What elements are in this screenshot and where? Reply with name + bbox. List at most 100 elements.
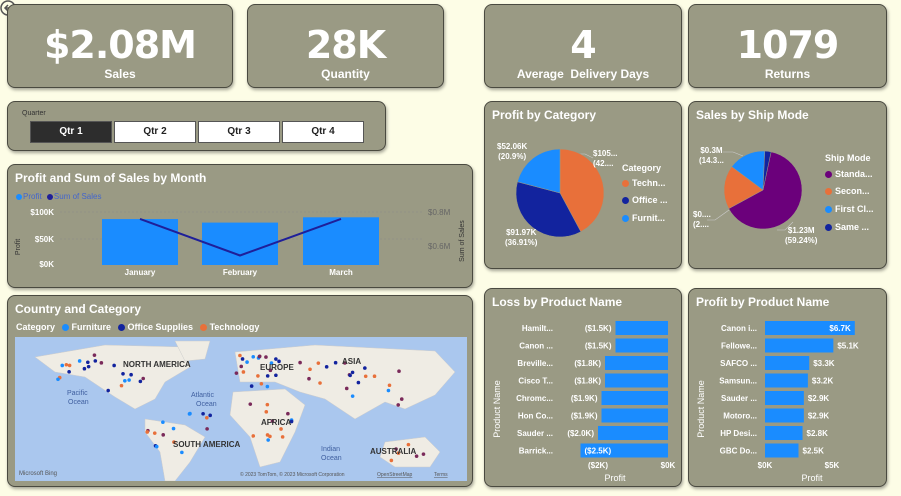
- map-location-dot[interactable]: [145, 430, 150, 434]
- profit-bar[interactable]: [765, 426, 803, 440]
- legend-item-second[interactable]: Secon...: [825, 186, 870, 196]
- map-location-dot[interactable]: [348, 373, 352, 378]
- map-location-dot[interactable]: [112, 363, 116, 368]
- legend-item-first[interactable]: First Cl...: [825, 204, 874, 214]
- quarter-option-qtr2[interactable]: Qtr 2: [114, 121, 196, 143]
- map-location-dot[interactable]: [308, 367, 312, 372]
- profit-bar[interactable]: [765, 408, 804, 423]
- legend-item-same-day[interactable]: Same ...: [825, 222, 869, 232]
- map-location-dot[interactable]: [241, 370, 246, 374]
- sales-bar[interactable]: [102, 219, 178, 265]
- map-location-dot[interactable]: [333, 360, 338, 365]
- map-location-dot[interactable]: [372, 374, 377, 378]
- map-location-dot[interactable]: [56, 377, 60, 382]
- map-location-dot[interactable]: [99, 361, 104, 365]
- map-location-dot[interactable]: [280, 435, 285, 439]
- map-location-dot[interactable]: [93, 359, 98, 363]
- sales-bar[interactable]: [202, 222, 278, 265]
- map-location-dot[interactable]: [161, 433, 166, 437]
- map-location-dot[interactable]: [64, 362, 69, 367]
- legend-item-furniture[interactable]: Furnit...: [622, 213, 665, 223]
- map-location-dot[interactable]: [86, 360, 90, 365]
- map-location-dot[interactable]: [363, 366, 367, 370]
- loss-bar[interactable]: [605, 373, 668, 388]
- map-location-dot[interactable]: [324, 365, 329, 369]
- map-location-dot[interactable]: [123, 378, 127, 383]
- map-location-dot[interactable]: [205, 415, 209, 420]
- map-location-dot[interactable]: [249, 384, 254, 388]
- map-location-dot[interactable]: [92, 353, 97, 357]
- map-location-dot[interactable]: [257, 354, 262, 359]
- map-location-dot[interactable]: [121, 372, 125, 376]
- map-location-dot[interactable]: [234, 371, 239, 375]
- loss-bar[interactable]: [615, 338, 669, 353]
- map-location-dot[interactable]: [119, 383, 124, 388]
- profit-bar[interactable]: [765, 443, 799, 458]
- map-location-dot[interactable]: [171, 426, 176, 431]
- map-location-dot[interactable]: [298, 360, 302, 365]
- quarter-option-qtr4[interactable]: Qtr 4: [282, 121, 364, 143]
- map-location-dot[interactable]: [406, 442, 411, 447]
- legend-item-office[interactable]: Office ...: [622, 195, 668, 205]
- attribution-link[interactable]: OpenStreetMap: [377, 472, 413, 478]
- map-location-dot[interactable]: [239, 364, 244, 369]
- map-location-dot[interactable]: [350, 370, 355, 375]
- map-location-dot[interactable]: [386, 388, 391, 393]
- legend-item-technology[interactable]: Techn...: [622, 178, 665, 188]
- map-location-dot[interactable]: [344, 386, 349, 391]
- map-location-dot[interactable]: [106, 388, 110, 393]
- map-location-dot[interactable]: [245, 360, 249, 364]
- world-map[interactable]: NORTH AMERICA EUROPE ASIA Atlantic Ocean…: [15, 337, 467, 481]
- loss-bar[interactable]: [605, 356, 668, 370]
- map-location-dot[interactable]: [363, 374, 368, 379]
- map-location-dot[interactable]: [265, 402, 270, 407]
- map-location-dot[interactable]: [421, 452, 426, 456]
- map-location-dot[interactable]: [238, 353, 242, 358]
- map-location-dot[interactable]: [77, 359, 82, 363]
- map-location-dot[interactable]: [266, 438, 270, 442]
- map-location-dot[interactable]: [180, 450, 184, 455]
- quarter-option-qtr3[interactable]: Qtr 3: [198, 121, 280, 143]
- map-location-dot[interactable]: [138, 379, 143, 384]
- map-location-dot[interactable]: [286, 411, 290, 416]
- legend-item-standard[interactable]: Standa...: [825, 169, 873, 179]
- map-location-dot[interactable]: [86, 364, 91, 369]
- map-location-dot[interactable]: [248, 402, 253, 406]
- map-location-dot[interactable]: [154, 444, 159, 449]
- map-location-dot[interactable]: [67, 370, 71, 374]
- map-location-dot[interactable]: [399, 397, 404, 401]
- map-location-dot[interactable]: [307, 376, 311, 381]
- map-location-dot[interactable]: [356, 380, 361, 385]
- map-location-dot[interactable]: [240, 357, 245, 361]
- map-location-dot[interactable]: [389, 458, 394, 463]
- map-location-dot[interactable]: [152, 431, 157, 435]
- map-location-dot[interactable]: [127, 378, 131, 382]
- map-location-dot[interactable]: [318, 381, 322, 385]
- map-location-dot[interactable]: [265, 433, 270, 437]
- map-location-dot[interactable]: [387, 383, 392, 388]
- map-location-dot[interactable]: [265, 374, 270, 378]
- map-location-dot[interactable]: [205, 427, 209, 431]
- map-location-dot[interactable]: [161, 420, 165, 425]
- loss-bar[interactable]: [615, 321, 669, 335]
- map-location-dot[interactable]: [259, 381, 264, 386]
- map-location-dot[interactable]: [279, 427, 283, 431]
- loss-bar[interactable]: [601, 408, 669, 423]
- profit-bar[interactable]: [765, 356, 810, 370]
- map-location-dot[interactable]: [188, 411, 192, 416]
- map-location-dot[interactable]: [67, 363, 72, 368]
- map-location-dot[interactable]: [60, 363, 65, 368]
- map-location-dot[interactable]: [264, 355, 268, 359]
- profit-bar[interactable]: [765, 373, 808, 388]
- map-location-dot[interactable]: [397, 369, 401, 373]
- map-location-dot[interactable]: [251, 434, 256, 438]
- map-location-dot[interactable]: [274, 373, 278, 378]
- map-location-dot[interactable]: [82, 366, 87, 371]
- profit-bar[interactable]: [765, 338, 834, 353]
- map-location-dot[interactable]: [274, 357, 278, 361]
- map-location-dot[interactable]: [129, 372, 133, 377]
- map-location-dot[interactable]: [350, 394, 355, 398]
- map-location-dot[interactable]: [396, 403, 401, 407]
- map-location-dot[interactable]: [256, 374, 260, 378]
- loss-bar[interactable]: [601, 391, 669, 405]
